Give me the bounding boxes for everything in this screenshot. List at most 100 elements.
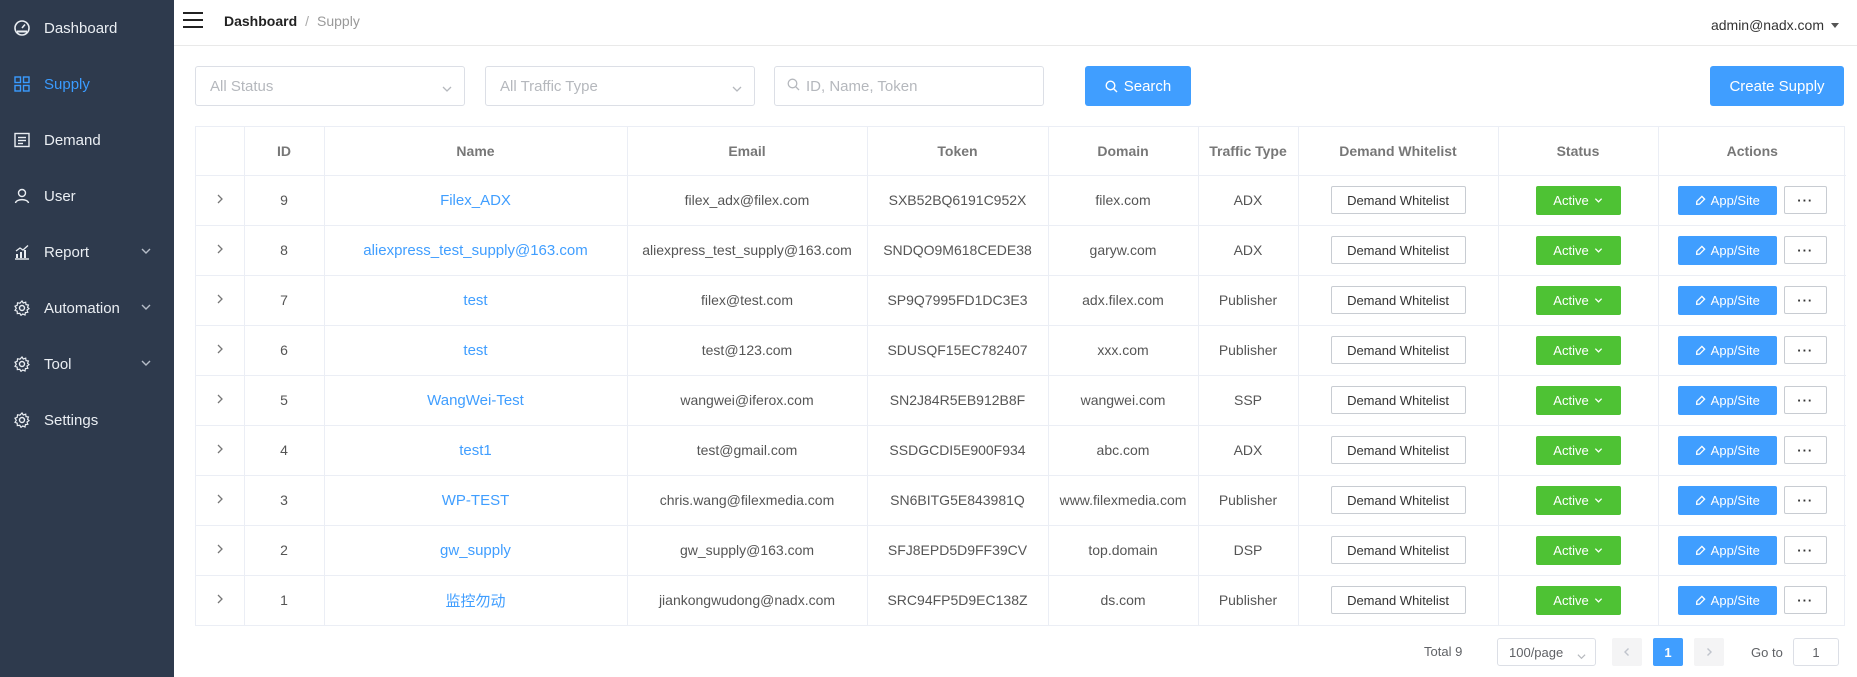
- chevron-right-icon[interactable]: [213, 442, 227, 456]
- search-button[interactable]: Search: [1085, 66, 1191, 106]
- row-id: 7: [244, 275, 325, 326]
- chevron-right-icon[interactable]: [213, 192, 227, 206]
- sidebar-item-automation[interactable]: Automation: [0, 280, 174, 336]
- chevron-right-icon[interactable]: [213, 392, 227, 406]
- row-name-cell: Filex_ADX: [324, 175, 628, 226]
- sidebar-item-dashboard[interactable]: Dashboard: [0, 0, 174, 56]
- more-actions-button[interactable]: ···: [1783, 486, 1827, 514]
- row-whitelist-cell: Demand Whitelist: [1298, 425, 1499, 476]
- demand-whitelist-button[interactable]: Demand Whitelist: [1330, 236, 1466, 264]
- breadcrumb-home[interactable]: Dashboard: [224, 13, 297, 29]
- row-name-link[interactable]: gw_supply: [440, 542, 511, 559]
- demand-whitelist-button[interactable]: Demand Whitelist: [1330, 486, 1466, 514]
- demand-whitelist-button[interactable]: Demand Whitelist: [1330, 386, 1466, 414]
- row-domain: xxx.com: [1048, 325, 1199, 376]
- row-id: 6: [244, 325, 325, 376]
- row-name-link[interactable]: test: [463, 292, 487, 309]
- status-select[interactable]: All Status: [195, 66, 465, 106]
- demand-whitelist-button[interactable]: Demand Whitelist: [1330, 186, 1466, 214]
- chevron-down-icon: [140, 300, 152, 312]
- chevron-right-icon[interactable]: [213, 592, 227, 606]
- row-name-link[interactable]: WP-TEST: [442, 492, 510, 509]
- demand-whitelist-button[interactable]: Demand Whitelist: [1330, 286, 1466, 314]
- row-id: 3: [244, 475, 325, 526]
- row-name-link[interactable]: test: [463, 342, 487, 359]
- row-name-link[interactable]: aliexpress_test_supply@163.com: [363, 242, 588, 259]
- row-name-link[interactable]: Filex_ADX: [440, 192, 511, 209]
- demand-whitelist-button[interactable]: Demand Whitelist: [1330, 336, 1466, 364]
- more-actions-button[interactable]: ···: [1783, 186, 1827, 214]
- app-site-button[interactable]: App/Site: [1677, 535, 1777, 565]
- hamburger-menu-icon[interactable]: [183, 12, 203, 28]
- table-row: 3 WP-TEST chris.wang@filexmedia.com SN6BITG…: [196, 475, 1846, 526]
- row-traffic-type: Publisher: [1198, 275, 1299, 326]
- more-actions-button[interactable]: ···: [1783, 536, 1827, 564]
- chevron-right-icon[interactable]: [213, 342, 227, 356]
- app-site-button[interactable]: App/Site: [1677, 335, 1777, 365]
- next-page-button[interactable]: [1694, 638, 1724, 666]
- status-dropdown-button[interactable]: Active: [1535, 585, 1621, 615]
- row-actions-cell: App/Site ···: [1658, 525, 1846, 576]
- col-status: Status: [1498, 127, 1659, 176]
- sidebar-item-user[interactable]: User: [0, 168, 174, 224]
- demand-whitelist-button[interactable]: Demand Whitelist: [1330, 536, 1466, 564]
- status-dropdown-button[interactable]: Active: [1535, 185, 1621, 215]
- status-dropdown-button[interactable]: Active: [1535, 385, 1621, 415]
- chevron-right-icon[interactable]: [213, 542, 227, 556]
- demand-whitelist-button[interactable]: Demand Whitelist: [1330, 436, 1466, 464]
- row-name-cell: WP-TEST: [324, 475, 628, 526]
- app-site-button[interactable]: App/Site: [1677, 435, 1777, 465]
- app-site-button[interactable]: App/Site: [1677, 385, 1777, 415]
- app-site-button[interactable]: App/Site: [1677, 185, 1777, 215]
- prev-page-button[interactable]: [1612, 638, 1642, 666]
- row-name-link[interactable]: WangWei-Test: [427, 392, 524, 409]
- status-dropdown-button[interactable]: Active: [1535, 535, 1621, 565]
- status-dropdown-button[interactable]: Active: [1535, 235, 1621, 265]
- demand-whitelist-button[interactable]: Demand Whitelist: [1330, 586, 1466, 615]
- sidebar-item-supply[interactable]: Supply: [0, 56, 174, 112]
- chevron-right-icon[interactable]: [213, 492, 227, 506]
- row-domain: wangwei.com: [1048, 375, 1199, 426]
- chevron-right-icon[interactable]: [213, 292, 227, 306]
- status-label: Active: [1553, 592, 1589, 608]
- status-dropdown-button[interactable]: Active: [1535, 485, 1621, 515]
- sidebar-item-tool[interactable]: Tool: [0, 336, 174, 392]
- row-status-cell: Active: [1498, 375, 1659, 426]
- sidebar-item-report[interactable]: Report: [0, 224, 174, 280]
- sidebar-item-settings[interactable]: Settings: [0, 392, 174, 448]
- create-supply-button[interactable]: Create Supply: [1710, 66, 1844, 106]
- row-actions-cell: App/Site ···: [1658, 325, 1847, 376]
- table-row: 9 Filex_ADX filex_adx@filex.com SXB52BQ6191…: [196, 175, 1846, 226]
- goto-page-input[interactable]: [1793, 638, 1839, 666]
- app-site-button[interactable]: App/Site: [1677, 285, 1777, 315]
- status-dropdown-button[interactable]: Active: [1535, 335, 1621, 365]
- user-menu[interactable]: admin@nadx.com: [1711, 17, 1839, 33]
- app-site-button[interactable]: App/Site: [1677, 235, 1777, 265]
- chevron-right-icon[interactable]: [213, 242, 227, 256]
- row-id: 5: [244, 375, 325, 426]
- page-size-select[interactable]: 100/page: [1497, 638, 1596, 666]
- more-actions-button[interactable]: ···: [1783, 286, 1827, 314]
- more-actions-button[interactable]: ···: [1783, 386, 1827, 414]
- page-number-button[interactable]: 1: [1653, 638, 1683, 666]
- more-actions-button[interactable]: ···: [1783, 586, 1827, 615]
- topbar: Dashboard / Supply admin@nadx.com: [174, 0, 1857, 46]
- app-site-button[interactable]: App/Site: [1677, 585, 1777, 615]
- row-name-link[interactable]: test1: [459, 442, 492, 459]
- row-actions: App/Site ···: [1659, 335, 1847, 365]
- row-name-cell: aliexpress_test_supply@163.com: [324, 225, 628, 276]
- status-dropdown-button[interactable]: Active: [1535, 285, 1621, 315]
- more-actions-button[interactable]: ···: [1783, 236, 1827, 264]
- table-row: 8 aliexpress_test_supply@163.com aliexpres…: [196, 225, 1846, 276]
- status-dropdown-button[interactable]: Active: [1535, 435, 1621, 465]
- col-name: Name: [324, 127, 628, 176]
- search-input[interactable]: [806, 77, 1026, 95]
- row-name-link[interactable]: 监控勿动: [445, 593, 505, 610]
- more-actions-button[interactable]: ···: [1783, 436, 1827, 464]
- sidebar-item-demand[interactable]: Demand: [0, 112, 174, 168]
- more-actions-button[interactable]: ···: [1783, 336, 1827, 364]
- traffic-type-select[interactable]: All Traffic Type: [485, 66, 755, 106]
- row-whitelist-cell: Demand Whitelist: [1298, 525, 1499, 576]
- status-label: Active: [1553, 392, 1589, 408]
- app-site-button[interactable]: App/Site: [1677, 485, 1777, 515]
